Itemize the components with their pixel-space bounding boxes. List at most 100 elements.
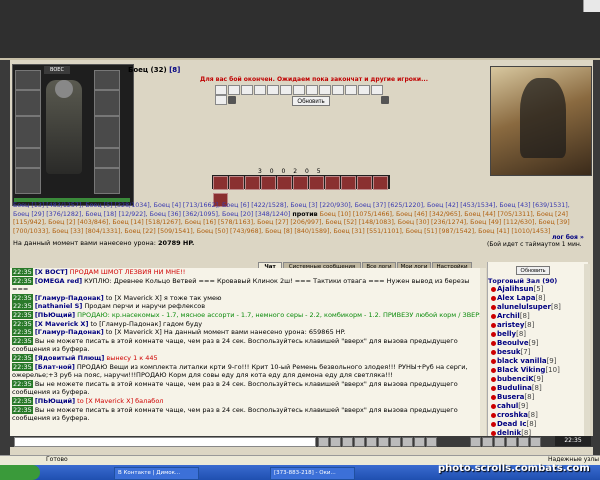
chat-author[interactable]: [X BOCT]: [35, 268, 68, 276]
attack-icon[interactable]: [293, 176, 308, 190]
user-name[interactable]: Busera: [497, 393, 524, 401]
chat-time[interactable]: 22:35: [12, 379, 33, 388]
chat-time[interactable]: 22:35: [12, 310, 33, 319]
equip-slot-belt[interactable]: [15, 148, 41, 168]
chat-author[interactable]: [nathaniel S]: [35, 302, 83, 310]
effect-slot[interactable]: [306, 85, 318, 95]
chat-time[interactable]: 22:35: [12, 268, 33, 276]
chat-time[interactable]: 22:35: [12, 328, 33, 337]
taskbar-item-vkontakte[interactable]: В Контакте | Димок...: [114, 467, 199, 480]
user-item[interactable]: besuk[7]: [491, 348, 583, 357]
send-icon[interactable]: [342, 437, 353, 447]
user-name[interactable]: besuk: [497, 348, 521, 356]
equip-slot-boots[interactable]: [15, 168, 41, 194]
user-item[interactable]: cahul[9]: [491, 402, 583, 411]
chat-log[interactable]: 22:35 [X BOCT] ПРОДАМ ШМОТ ЛЕЗВИЯ НИ МНЕ…: [10, 268, 484, 436]
user-name[interactable]: aristey: [497, 321, 524, 329]
mail-icon[interactable]: [414, 437, 425, 447]
effect-slot[interactable]: [371, 85, 383, 95]
equip-slot-shield[interactable]: [94, 116, 120, 148]
chat-time[interactable]: 22:35: [12, 293, 33, 302]
effect-slot[interactable]: [345, 85, 357, 95]
user-name[interactable]: Archil: [497, 312, 520, 320]
attack-icon[interactable]: [277, 176, 292, 190]
user-name[interactable]: cahul: [497, 402, 518, 410]
equip-slot-helmet[interactable]: [15, 70, 41, 90]
attack-icon[interactable]: [213, 176, 228, 190]
chat-author[interactable]: [Блат-ной]: [35, 363, 75, 371]
filter-icon[interactable]: [366, 437, 377, 447]
effect-slot[interactable]: [280, 85, 292, 95]
equip-slot-rings[interactable]: [94, 148, 120, 168]
chat-author[interactable]: [Гламур-Падонак]: [35, 294, 104, 302]
chat-scrollbar[interactable]: [480, 268, 486, 436]
effect-slot[interactable]: [267, 85, 279, 95]
effect-slot[interactable]: [215, 95, 227, 105]
equip-slot-earrings[interactable]: [94, 70, 120, 90]
effect-slot[interactable]: [241, 85, 253, 95]
quest-icon[interactable]: [470, 437, 481, 447]
chat-author[interactable]: [ПЬЮщий]: [35, 311, 75, 319]
taskbar-item-chat[interactable]: [373-883-218] - Оки...: [270, 467, 355, 480]
user-item[interactable]: Budulina[8]: [491, 384, 583, 393]
smiley-icon[interactable]: [318, 437, 329, 447]
attack-icon[interactable]: [325, 176, 340, 190]
equip-slot-gloves[interactable]: [94, 90, 120, 116]
user-item[interactable]: Black Viking[10]: [491, 366, 583, 375]
clan-menu-icon[interactable]: [426, 437, 437, 447]
help-icon[interactable]: [518, 437, 529, 447]
effect-slot[interactable]: [293, 85, 305, 95]
user-name[interactable]: Black Viking: [497, 366, 545, 374]
chat-input[interactable]: [14, 437, 316, 447]
chat-time[interactable]: 22:35: [12, 276, 33, 285]
user-item[interactable]: bubenciK[9]: [491, 375, 583, 384]
chat-time[interactable]: 22:35: [12, 353, 33, 362]
refresh-button[interactable]: Обновить: [292, 96, 330, 106]
user-name[interactable]: Budulina: [497, 384, 532, 392]
start-button[interactable]: [0, 465, 40, 480]
user-name[interactable]: belly: [497, 330, 516, 338]
user-name[interactable]: Alex Lapa: [497, 294, 535, 302]
user-item[interactable]: belly[8]: [491, 330, 583, 339]
equip-slot-armor[interactable]: [15, 116, 41, 148]
skills-icon[interactable]: [494, 437, 505, 447]
user-item[interactable]: black vanilla[9]: [491, 357, 583, 366]
chat-time[interactable]: 22:35: [12, 336, 33, 345]
effect-slot[interactable]: [319, 85, 331, 95]
effect-slot[interactable]: [228, 85, 240, 95]
inventory-icon[interactable]: [378, 437, 389, 447]
effect-slot[interactable]: [254, 85, 266, 95]
refresh-users-button[interactable]: Обновить: [516, 266, 550, 275]
attack-icon[interactable]: [357, 176, 372, 190]
chat-time[interactable]: 22:35: [12, 396, 33, 405]
map-icon[interactable]: [390, 437, 401, 447]
attack-icon[interactable]: [341, 176, 356, 190]
equip-slot-legs[interactable]: [94, 168, 120, 194]
attack-icon[interactable]: [245, 176, 260, 190]
chat-author[interactable]: [X Maverick X]: [35, 320, 89, 328]
chat-time[interactable]: 22:35: [12, 362, 33, 371]
user-name[interactable]: croshka: [497, 411, 528, 419]
user-item[interactable]: Archil[8]: [491, 312, 583, 321]
user-item[interactable]: Ajalihsun[5]: [491, 285, 583, 294]
user-item[interactable]: Beoulve[9]: [491, 339, 583, 348]
shop-icon[interactable]: [506, 437, 517, 447]
user-name[interactable]: Beoulve: [497, 339, 529, 347]
chat-author[interactable]: [OMEGA red]: [35, 277, 82, 285]
user-name[interactable]: bubenciK: [497, 375, 534, 383]
user-item[interactable]: Alex Lapa[8]: [491, 294, 583, 303]
effect-slot[interactable]: [332, 85, 344, 95]
browser-scrollbar[interactable]: [583, 0, 600, 12]
effect-slot[interactable]: [215, 85, 227, 95]
user-name[interactable]: Ajalihsun: [497, 285, 533, 293]
chat-author[interactable]: [Ядовитый Плющ]: [35, 354, 105, 362]
chat-time[interactable]: 22:35: [12, 405, 33, 414]
chat-time[interactable]: 22:35: [12, 302, 33, 311]
user-name[interactable]: alunelulsuper: [497, 303, 551, 311]
user-name[interactable]: Dead Ic: [497, 420, 526, 428]
effect-slot[interactable]: [358, 85, 370, 95]
user-list-scrollbar[interactable]: [584, 264, 590, 438]
user-item[interactable]: alunelulsuper[8]: [491, 303, 583, 312]
equip-slot-weapon[interactable]: [15, 90, 41, 116]
battle-log-link[interactable]: лог боя »: [552, 234, 584, 241]
